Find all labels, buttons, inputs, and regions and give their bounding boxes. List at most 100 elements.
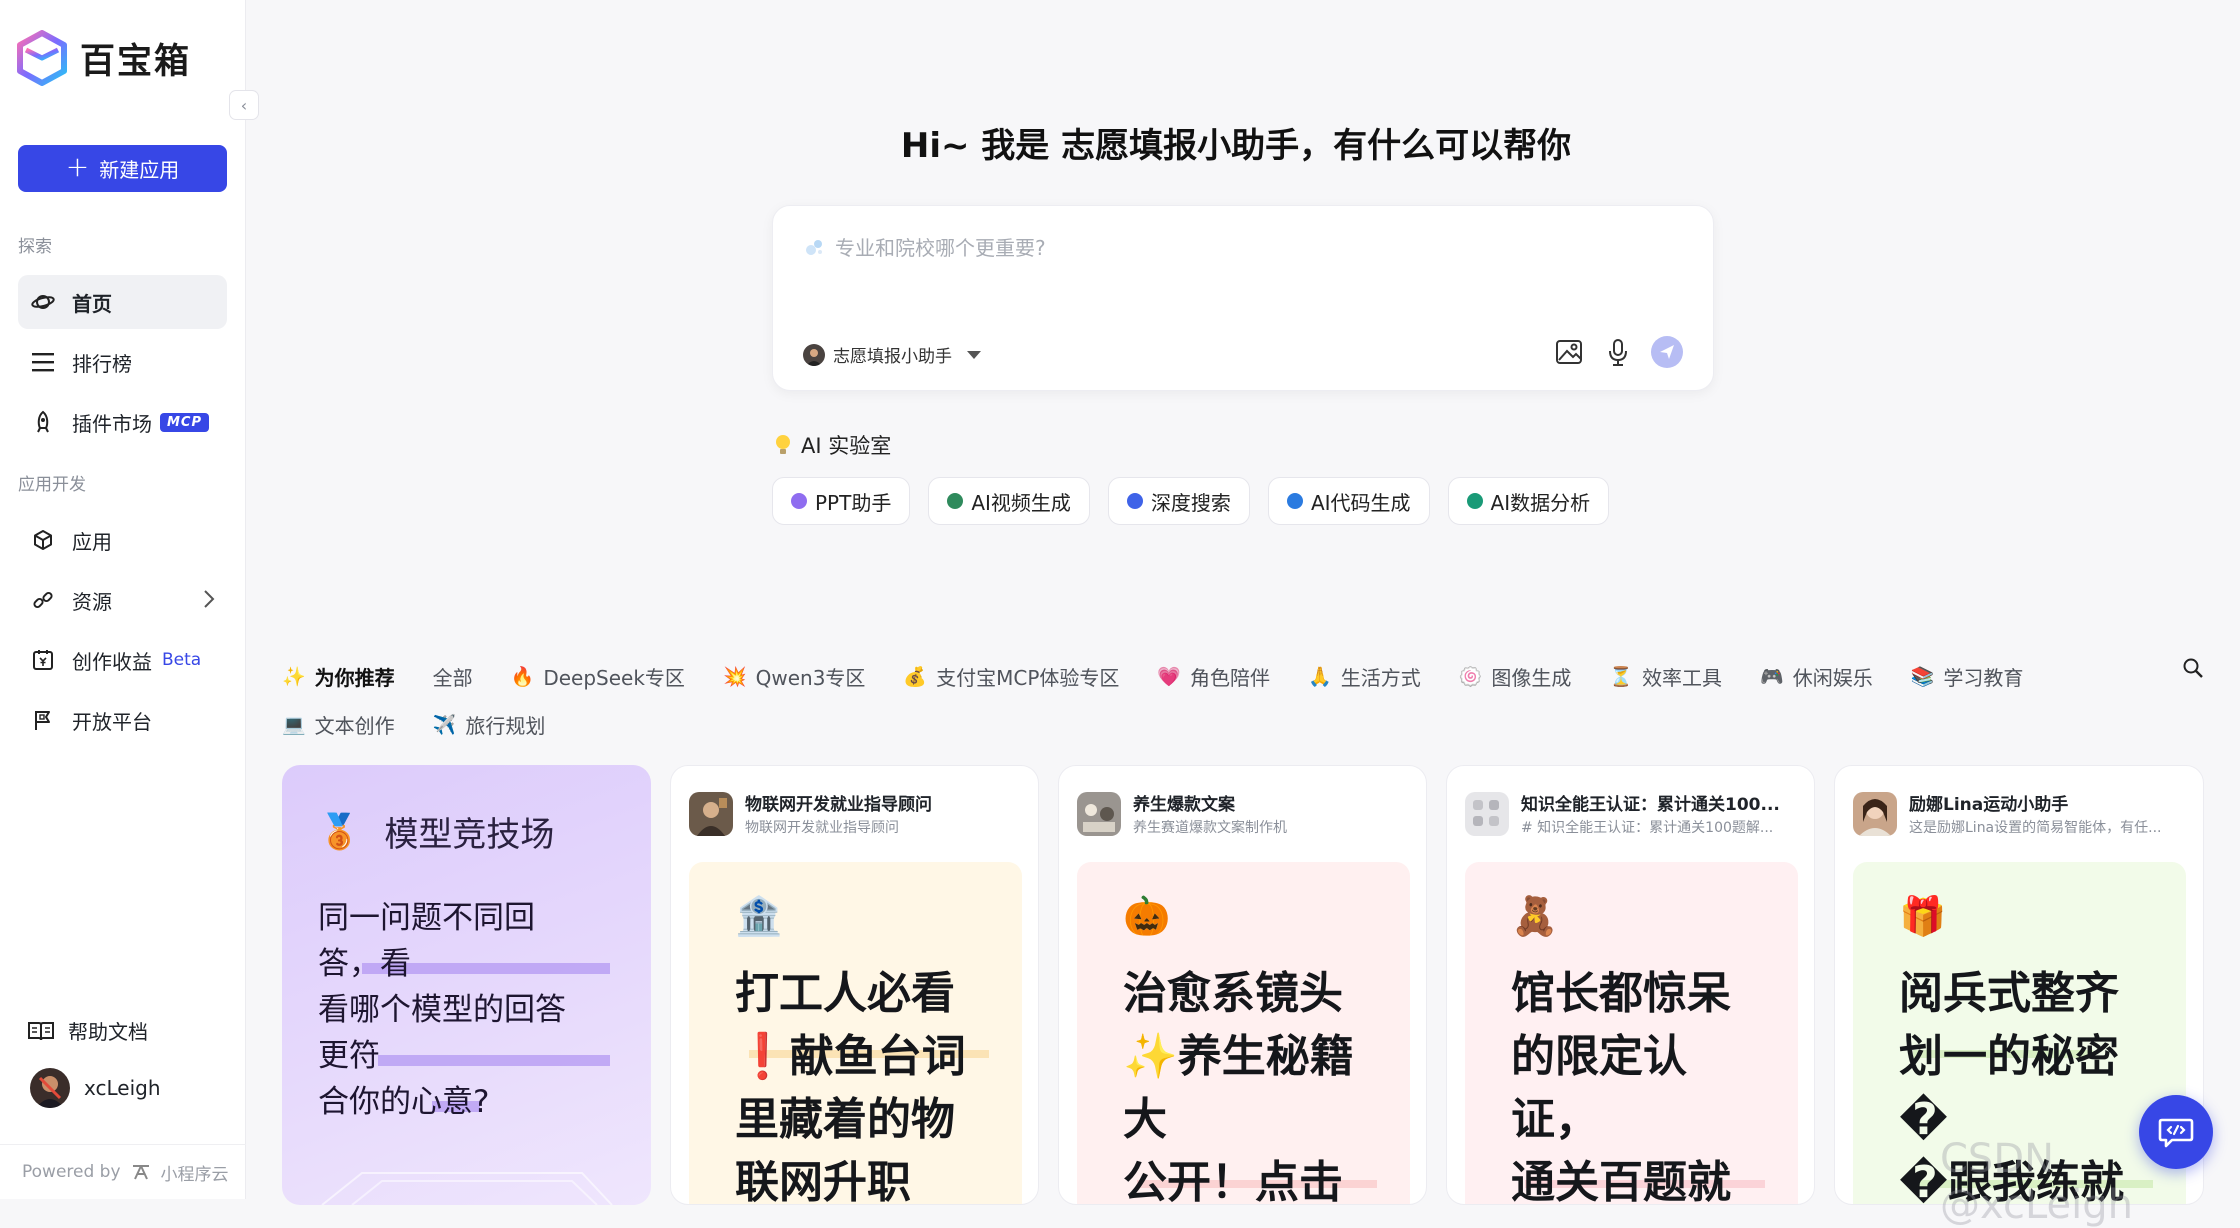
- rocket-icon: [30, 409, 56, 435]
- agent-subtitle: 物联网开发就业指导顾问: [745, 820, 899, 836]
- tab-education[interactable]: 📚 学习教育: [1911, 662, 2024, 691]
- tab-productivity[interactable]: ⏳ 效率工具: [1609, 662, 1722, 691]
- tab-label: 角色陪伴: [1190, 665, 1271, 690]
- beta-badge: Beta: [162, 650, 202, 670]
- poster-line: 打工人必看: [735, 968, 955, 1019]
- chip-label: AI视频生成: [971, 490, 1071, 515]
- tab-companion[interactable]: 💗 角色陪伴: [1157, 662, 1270, 691]
- chip-ai-code[interactable]: AI代码生成: [1267, 477, 1430, 525]
- user-profile[interactable]: xcLeigh: [30, 1068, 161, 1108]
- cloud-logo-icon: [131, 1163, 151, 1181]
- hourglass-icon: ⏳: [1609, 665, 1634, 688]
- tab-image-gen[interactable]: 🍥 图像生成: [1459, 662, 1572, 691]
- floating-assistant-button[interactable]: [2139, 1095, 2213, 1169]
- collapse-sidebar-button[interactable]: ‹: [229, 90, 259, 120]
- arena-line: 同一问题不同回: [318, 900, 535, 936]
- hero-title-text: Hi~ 我是 志愿填报小助手，有什么可以帮你: [900, 126, 1572, 166]
- agent-avatar: [1077, 791, 1121, 836]
- brand-logo[interactable]: 百宝箱: [16, 30, 191, 86]
- lightbulb-icon: [775, 434, 791, 456]
- chevron-left-icon: ‹: [240, 95, 248, 115]
- nav-resources[interactable]: 资源: [18, 573, 227, 627]
- nav-creator-earnings[interactable]: 创作收益 Beta: [18, 633, 227, 687]
- agent-card[interactable]: 物联网开发就业指导顾问 物联网开发就业指导顾问 🏦 打工人必看 ❗献鱼台词 里藏…: [670, 765, 1039, 1205]
- chip-label: AI数据分析: [1490, 490, 1591, 515]
- nav-leaderboard-label: 排行榜: [72, 351, 132, 376]
- model-arena-card[interactable]: 🥉 模型竞技场 同一问题不同回 答，看 看哪个模型的回答 更符 合你的心意?: [282, 765, 651, 1205]
- teddy-bear-icon: 🧸: [1511, 894, 1559, 938]
- tab-lifestyle[interactable]: 🙏 生活方式: [1308, 662, 1421, 691]
- caret-down-icon: [966, 350, 982, 360]
- globe-icon: [1466, 493, 1483, 509]
- chip-ai-video[interactable]: AI视频生成: [928, 477, 1090, 525]
- nav-home-label: 首页: [72, 291, 112, 316]
- card-poster: 🏦 打工人必看 ❗献鱼台词 里藏着的物 联网升职: [689, 862, 1022, 1204]
- gamepad-icon: 🎮: [1760, 665, 1784, 688]
- ai-lab-chips: PPT助手 AI视频生成 深度搜索 AI代码生成 AI数据分析: [772, 477, 1610, 525]
- poster-line: 公开！点击: [1123, 1157, 1343, 1205]
- tab-label: Qwen3专区: [755, 665, 866, 690]
- tab-label: 文本创作: [314, 713, 395, 738]
- tab-label: 支付宝MCP体验专区: [936, 665, 1120, 690]
- search-orb-icon: [1126, 493, 1143, 509]
- username: xcLeigh: [84, 1076, 161, 1100]
- nav-creator-earnings-label: 创作收益: [72, 649, 152, 674]
- nav-open-platform[interactable]: 开放平台: [18, 693, 227, 747]
- cube-icon: [30, 527, 56, 553]
- agent-avatar: [1465, 791, 1509, 836]
- agent-name: 知识全能王认证：累计通关100...: [1521, 795, 1780, 815]
- fire-icon: 🔥: [510, 665, 535, 688]
- tab-entertainment[interactable]: 🎮 休闲娱乐: [1760, 662, 1873, 691]
- help-docs-label: 帮助文档: [68, 1020, 148, 1044]
- tab-alipay-mcp[interactable]: 💰 支付宝MCP体验专区: [903, 662, 1119, 691]
- chip-deep-search[interactable]: 深度搜索: [1107, 477, 1250, 525]
- microphone-icon[interactable]: [1607, 338, 1629, 366]
- tab-deepseek[interactable]: 🔥 DeepSeek专区: [511, 662, 685, 691]
- chip-ai-data-analysis[interactable]: AI数据分析: [1447, 477, 1610, 525]
- agent-name: 志愿填报小助手: [833, 347, 952, 367]
- money-bag-icon: 💰: [903, 665, 928, 688]
- tab-recommended[interactable]: ✨ 为你推荐: [282, 662, 395, 691]
- chip-ppt-assistant[interactable]: PPT助手: [772, 477, 911, 525]
- poster-line: 大: [1123, 1094, 1167, 1145]
- poster-headline: 打工人必看 ❗献鱼台词 里藏着的物 联网升职: [735, 962, 1005, 1204]
- mcp-badge: MCP: [160, 412, 210, 432]
- search-icon[interactable]: [2182, 657, 2204, 679]
- pray-icon: 🙏: [1308, 665, 1332, 688]
- tab-all[interactable]: 全部: [433, 662, 473, 691]
- poster-line: 治愈系镜头: [1123, 968, 1343, 1019]
- agent-card[interactable]: 养生爆款文案 养生赛道爆款文案制作机 🎃 治愈系镜头 ✨养生秘籍 大 公开！点击: [1058, 765, 1427, 1205]
- tab-text-creation[interactable]: 💻 文本创作: [282, 710, 395, 739]
- nav-leaderboard[interactable]: 排行榜: [18, 335, 227, 389]
- nav-apps[interactable]: 应用: [18, 513, 227, 567]
- bank-icon: 🏦: [735, 894, 783, 938]
- category-row-1: ✨ 为你推荐 全部 🔥 DeepSeek专区 💥 Qwen3专区 💰 支付宝MCP体验专…: [282, 652, 2052, 700]
- chat-box[interactable]: 专业和院校哪个更重要? 志愿填报小助手: [772, 205, 1714, 391]
- agent-name: 养生爆款文案: [1133, 795, 1235, 815]
- ai-lab-title: AI 实验室: [775, 430, 891, 460]
- agent-selector[interactable]: 志愿填报小助手: [803, 342, 982, 367]
- nav-open-platform-label: 开放平台: [72, 709, 152, 734]
- tab-qwen3[interactable]: 💥 Qwen3专区: [723, 662, 865, 691]
- tab-label: 学习教育: [1943, 665, 2024, 690]
- powered-prefix: Powered by: [22, 1162, 121, 1182]
- agent-subtitle: 养生赛道爆款文案制作机: [1133, 820, 1287, 836]
- chip-label: AI代码生成: [1310, 490, 1411, 515]
- flag-icon: [30, 707, 56, 733]
- sparkles-icon: ✨: [282, 665, 306, 688]
- image-upload-icon[interactable]: [1555, 338, 1585, 366]
- nav-plugin-market[interactable]: 插件市场 MCP: [18, 395, 227, 449]
- help-docs-link[interactable]: 帮助文档: [28, 1016, 148, 1045]
- send-button[interactable]: [1651, 336, 1683, 368]
- poster-headline: 馆长都惊呆 的限定认 证， 通关百题就: [1511, 962, 1781, 1204]
- arena-line: 合你的心意?: [318, 1084, 490, 1120]
- tab-travel[interactable]: ✈️ 旅行规划: [433, 710, 546, 739]
- laptop-icon: 💻: [282, 713, 306, 736]
- chip-label: PPT助手: [815, 490, 892, 515]
- chat-input[interactable]: 专业和院校哪个更重要?: [803, 232, 1046, 261]
- agent-card[interactable]: 知识全能王认证：累计通关100... # 知识全能王认证：累计通关100题解..…: [1446, 765, 1815, 1205]
- cube-logo-icon: [17, 30, 67, 86]
- nav-home[interactable]: 首页: [18, 275, 227, 329]
- poster-line: ❗献鱼台词: [735, 1031, 966, 1082]
- sidebar: 百宝箱 + 新建应用 探索 首页 排行榜 插件市场 MCP 应用开发 应用 资源…: [0, 0, 246, 1199]
